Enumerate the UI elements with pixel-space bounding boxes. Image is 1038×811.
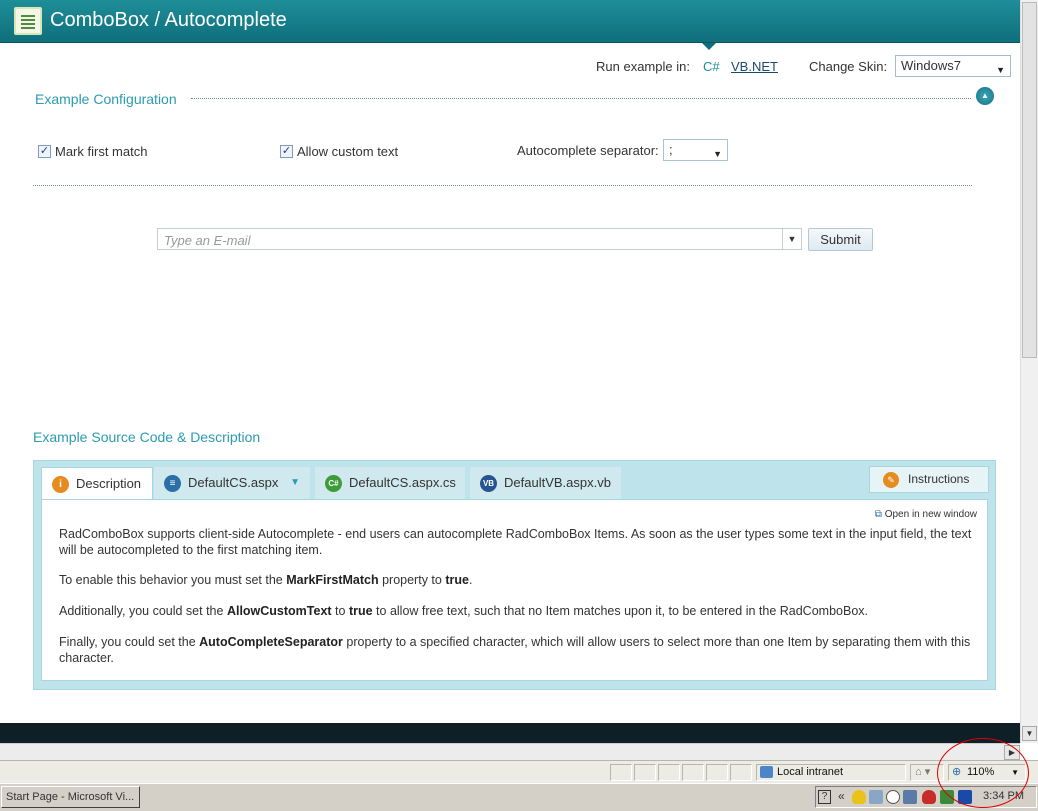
source-panel: i Description ≡ DefaultCS.aspx ▼ C# Defa… — [33, 460, 996, 690]
config-divider — [191, 98, 971, 99]
chat-icon[interactable] — [886, 790, 900, 804]
status-cell — [730, 764, 752, 781]
globe-icon — [760, 766, 773, 778]
description-paragraph-2: To enable this behavior you must set the… — [59, 573, 473, 587]
tab-description-label: Description — [76, 476, 142, 491]
skin-select-value: Windows7 — [901, 58, 961, 73]
tray-expand-icon[interactable]: « — [838, 789, 845, 803]
separator-select[interactable]: ; ▼ — [663, 139, 728, 161]
run-cs-link[interactable]: C# — [703, 59, 720, 74]
status-cell — [658, 764, 680, 781]
header-notch — [702, 43, 716, 50]
info-icon: i — [52, 476, 69, 493]
run-example-label: Run example in: — [596, 59, 690, 74]
collapse-icon[interactable]: ▲ — [976, 87, 994, 105]
tab-defaultcs-aspx-cs-label: DefaultCS.aspx.cs — [349, 475, 456, 490]
annotation-circle — [937, 738, 1029, 808]
tab-description[interactable]: i Description — [41, 467, 153, 500]
tab-defaultcs-aspx[interactable]: ≡ DefaultCS.aspx ▼ — [154, 467, 310, 499]
source-title: Example Source Code & Description — [33, 429, 261, 445]
cs-icon: C# — [325, 475, 342, 492]
page-title: ComboBox / Autocomplete — [50, 9, 287, 31]
page-header: ComboBox / Autocomplete — [0, 0, 1020, 50]
vb-icon: VB — [480, 475, 497, 492]
email-placeholder: Type an E-mail — [164, 233, 251, 248]
new-window-icon: ⧉ — [874, 509, 882, 520]
help-icon[interactable]: ? — [818, 790, 831, 804]
horizontal-scrollbar[interactable]: ▶ — [0, 743, 1020, 760]
separator-value: ; — [669, 142, 673, 157]
monitor-icon[interactable] — [903, 790, 917, 804]
tab-defaultcs-aspx-label: DefaultCS.aspx — [188, 475, 279, 490]
change-skin-label: Change Skin: — [809, 59, 888, 74]
open-new-window-link[interactable]: ⧉ Open in new window — [875, 509, 977, 520]
tab-defaultvb-aspx-vb-label: DefaultVB.aspx.vb — [504, 475, 611, 490]
config-bottom-divider — [33, 185, 972, 186]
network-icon[interactable] — [869, 790, 883, 804]
status-cell — [706, 764, 728, 781]
email-combobox-input[interactable]: Type an E-mail — [157, 228, 783, 250]
submit-button[interactable]: Submit — [808, 228, 873, 251]
taskbar-task-button[interactable]: Start Page - Microsoft Vi... — [1, 786, 140, 808]
instructions-icon: ✎ — [883, 472, 899, 488]
shield-icon[interactable] — [852, 790, 866, 804]
page-icon: ≡ — [164, 475, 181, 492]
description-paragraph-3: Additionally, you could set the AllowCus… — [59, 604, 868, 618]
description-paragraph-4: Finally, you could set the AutoCompleteS… — [59, 635, 971, 665]
antivirus-icon[interactable] — [922, 790, 936, 804]
description-paragraph-1: RadComboBox supports client-side Autocom… — [59, 527, 972, 557]
chevron-down-icon: ▼ — [996, 65, 1005, 75]
status-cell — [682, 764, 704, 781]
vertical-scrollbar[interactable]: ▼ — [1020, 0, 1038, 743]
chevron-down-icon: ▼ — [713, 149, 722, 159]
scrollbar-thumb[interactable] — [1022, 2, 1037, 358]
allow-custom-text-checkbox[interactable]: ✓ — [280, 145, 293, 158]
taskbar: Start Page - Microsoft Vi... ? « 3:34 PM — [0, 783, 1038, 811]
skin-select[interactable]: Windows7 ▼ — [895, 55, 1011, 77]
combobox-dropdown-button[interactable]: ▼ — [782, 228, 802, 250]
config-title: Example Configuration — [35, 91, 177, 107]
status-cell — [634, 764, 656, 781]
security-zone[interactable]: Local intranet — [756, 764, 906, 781]
separator-label: Autocomplete separator: — [517, 143, 659, 158]
tab-defaultvb-aspx-vb[interactable]: VB DefaultVB.aspx.vb — [470, 467, 621, 499]
chevron-down-icon[interactable]: ▼ — [290, 467, 300, 499]
mark-first-match-checkbox[interactable]: ✓ — [38, 145, 51, 158]
instructions-button[interactable]: ✎ Instructions — [869, 466, 989, 493]
instructions-label: Instructions — [908, 472, 970, 486]
footer-band — [0, 723, 1020, 743]
tab-defaultcs-aspx-cs[interactable]: C# DefaultCS.aspx.cs — [315, 467, 465, 499]
status-cell — [610, 764, 632, 781]
description-content: ⧉ Open in new window RadComboBox support… — [41, 499, 988, 681]
run-vbnet-link[interactable]: VB.NET — [731, 59, 778, 74]
scroll-down-button[interactable]: ▼ — [1022, 726, 1037, 741]
browser-status-bar: Local intranet ⌂ ▾ ⊕ 110% ▼ — [0, 760, 1038, 783]
mark-first-match-label: Mark first match — [55, 144, 148, 159]
allow-custom-text-label: Allow custom text — [297, 144, 399, 159]
app-logo-icon — [14, 7, 42, 35]
